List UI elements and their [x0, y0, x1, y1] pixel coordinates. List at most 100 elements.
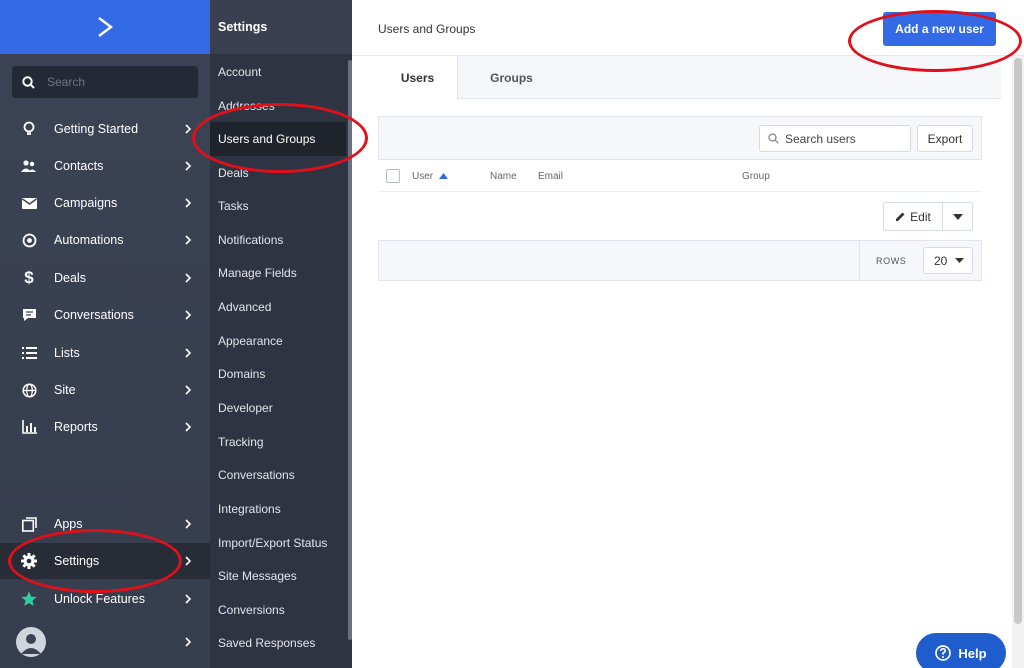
rows-label: ROWS — [876, 256, 907, 266]
chevron-right-icon — [185, 161, 192, 171]
add-user-button[interactable]: Add a new user — [883, 12, 996, 46]
nav-item-conversations[interactable]: Conversations — [0, 297, 210, 333]
nav-item-apps[interactable]: Apps — [0, 506, 210, 542]
dollar-icon: $ — [24, 268, 34, 287]
chevron-right-icon — [185, 124, 192, 134]
nav-item-getting-started[interactable]: Getting Started — [0, 111, 210, 147]
scrollbar-thumb[interactable] — [1014, 58, 1022, 624]
nav-item-label: Getting Started — [54, 122, 139, 136]
nav-item-label: Unlock Features — [54, 592, 146, 606]
lightbulb-icon — [20, 120, 38, 138]
table-toolbar: Export — [378, 116, 982, 160]
subnav-item-appearance[interactable]: Appearance — [210, 324, 346, 358]
topbar: Users and Groups Add a new user — [352, 0, 1024, 56]
caret-down-icon — [952, 213, 963, 220]
page-title: Users and Groups — [378, 22, 476, 36]
column-header-email[interactable]: Email — [538, 171, 563, 182]
nav-item-lists[interactable]: Lists — [0, 335, 210, 371]
nav-item-automations[interactable]: Automations — [0, 222, 210, 258]
help-button[interactable]: Help — [916, 633, 1006, 668]
column-header-user[interactable]: User — [412, 171, 448, 182]
pagination-bar: ROWS 20 — [378, 240, 982, 281]
main-scrollbar[interactable] — [1012, 56, 1024, 668]
column-header-group[interactable]: Group — [742, 171, 770, 182]
gear-icon — [20, 552, 38, 570]
export-button[interactable]: Export — [917, 125, 973, 152]
nav-item-label: Conversations — [54, 308, 134, 322]
nav-search-input[interactable] — [47, 75, 187, 89]
nav-item-label: Apps — [54, 517, 83, 531]
bulk-actions: Edit — [378, 192, 982, 240]
subnav-item-site-messages[interactable]: Site Messages — [210, 559, 346, 593]
nav-item-label: Automations — [54, 233, 124, 247]
chat-icon — [20, 306, 38, 324]
edit-button[interactable]: Edit — [883, 202, 943, 231]
edit-dropdown-toggle[interactable] — [943, 202, 973, 231]
nav-item-label: Contacts — [54, 159, 104, 173]
chevron-right-icon — [185, 422, 192, 432]
subnav-item-users-and-groups[interactable]: Users and Groups — [210, 122, 346, 156]
primary-nav: Getting Started Contacts Campaigns Autom… — [0, 0, 210, 668]
tab-users[interactable]: Users — [378, 56, 458, 100]
help-button-label: Help — [958, 645, 987, 661]
nav-item-unlock-features[interactable]: Unlock Features — [0, 581, 210, 617]
search-users-input[interactable] — [785, 131, 905, 146]
subnav-item-saved-responses[interactable]: Saved Responses — [210, 626, 346, 660]
subnav-item-advanced[interactable]: Advanced — [210, 290, 346, 324]
chevron-right-icon — [185, 273, 192, 283]
chevron-right-icon — [185, 556, 192, 566]
nav-item-label: Campaigns — [54, 196, 118, 210]
divider — [859, 241, 860, 280]
column-header-name[interactable]: Name — [490, 171, 517, 182]
nav-item-label: Settings — [54, 554, 100, 568]
nav-item-label: Reports — [54, 420, 98, 434]
user-search[interactable] — [759, 125, 911, 152]
nav-item-contacts[interactable]: Contacts — [0, 148, 210, 184]
subnav-item-notifications[interactable]: Notifications — [210, 223, 346, 257]
nav-item-settings[interactable]: Settings — [0, 543, 210, 579]
chevron-right-icon — [185, 594, 192, 604]
nav-item-profile[interactable] — [0, 624, 210, 660]
chevron-right-icon — [185, 519, 192, 529]
avatar — [16, 627, 46, 657]
subnav-item-developer[interactable]: Developer — [210, 391, 346, 425]
logo[interactable] — [0, 0, 210, 54]
subnav-item-tracking[interactable]: Tracking — [210, 425, 346, 459]
nav-item-deals[interactable]: $ Deals — [0, 260, 210, 296]
settings-subnav: Settings Account Addresses Users and Gro… — [210, 0, 352, 668]
subnav-item-account[interactable]: Account — [210, 55, 346, 89]
select-all-checkbox[interactable] — [386, 169, 400, 183]
chevron-right-icon — [185, 310, 192, 320]
nav-item-site[interactable]: Site — [0, 372, 210, 408]
subnav-item-addresses[interactable]: Addresses — [210, 89, 346, 123]
nav-search[interactable] — [12, 66, 198, 98]
chevron-right-icon — [185, 198, 192, 208]
chevron-right-icon — [185, 385, 192, 395]
column-header-label: User — [412, 171, 434, 182]
nav-item-reports[interactable]: Reports — [0, 409, 210, 445]
tab-groups[interactable]: Groups — [458, 56, 565, 99]
subnav-item-conversions[interactable]: Conversions — [210, 593, 346, 627]
question-circle-icon — [935, 645, 952, 661]
logo-chevron-icon — [98, 17, 113, 37]
chevron-right-icon — [185, 235, 192, 245]
pencil-icon — [896, 212, 905, 221]
search-icon — [768, 133, 779, 144]
rows-per-page-select[interactable]: 20 — [923, 247, 973, 274]
nav-item-label: Site — [54, 383, 76, 397]
caret-down-icon — [955, 258, 964, 263]
nav-item-label: Lists — [54, 346, 80, 360]
subnav-item-import-export-status[interactable]: Import/Export Status — [210, 526, 346, 560]
subnav-item-conversations[interactable]: Conversations — [210, 458, 346, 492]
sort-ascending-icon — [438, 173, 448, 179]
subnav-item-manage-fields[interactable]: Manage Fields — [210, 256, 346, 290]
automation-icon — [20, 231, 38, 249]
subnav-item-tasks[interactable]: Tasks — [210, 189, 346, 223]
subnav-item-integrations[interactable]: Integrations — [210, 492, 346, 526]
star-icon — [20, 590, 38, 608]
rows-per-page-value: 20 — [934, 253, 948, 268]
bar-chart-icon — [20, 418, 38, 436]
subnav-item-domains[interactable]: Domains — [210, 357, 346, 391]
nav-item-campaigns[interactable]: Campaigns — [0, 185, 210, 221]
subnav-item-deals[interactable]: Deals — [210, 156, 346, 190]
